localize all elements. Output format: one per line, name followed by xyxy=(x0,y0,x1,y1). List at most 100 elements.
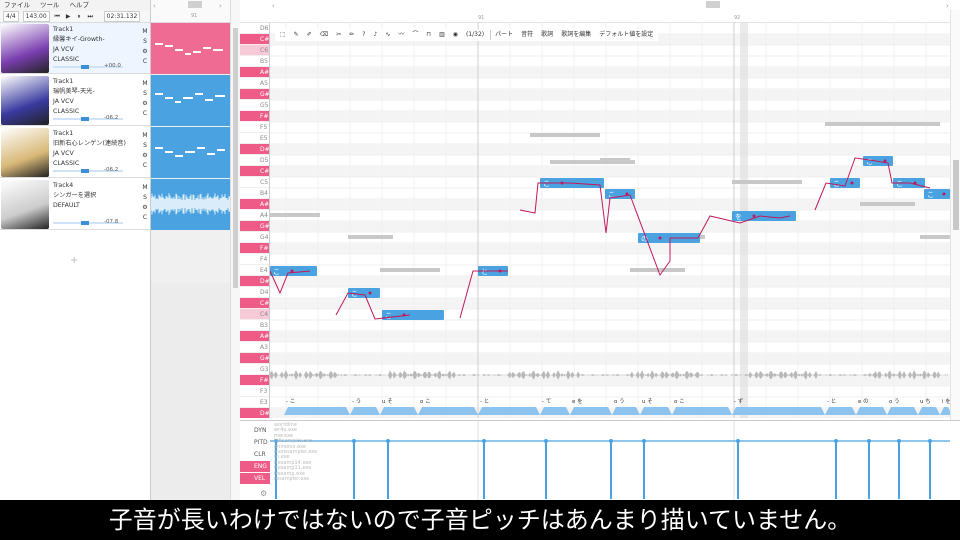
scroll-right-icon[interactable]: › xyxy=(946,2,949,10)
eraser-tool-icon[interactable]: ⌫ xyxy=(318,30,330,40)
piano-key[interactable]: G#3 xyxy=(240,353,269,364)
gear-icon[interactable]: ⚙ xyxy=(141,151,149,161)
piano-keyboard[interactable]: D6C#6C6B5A#5A5G#5G5F#5F5E5D#5D5C#5C5B4A#… xyxy=(240,23,270,418)
play-icon[interactable]: ▶ xyxy=(65,13,72,20)
singer-avatar[interactable] xyxy=(1,76,49,125)
piano-key[interactable]: A#4 xyxy=(240,199,269,210)
piano-key[interactable]: E3 xyxy=(240,397,269,408)
scroll-left-icon[interactable]: ‹ xyxy=(153,2,156,10)
menu-help[interactable]: ヘルプ xyxy=(70,0,90,11)
singer-name[interactable]: 瑞帆美琴-天光- xyxy=(53,87,133,97)
track-scroll-thumb[interactable] xyxy=(233,28,238,288)
select-tool-icon[interactable]: ⬚ xyxy=(278,30,288,40)
track-name[interactable]: Track4 xyxy=(53,181,133,191)
piano-key[interactable]: G3 xyxy=(240,364,269,375)
piano-key[interactable]: C6 xyxy=(240,45,269,56)
solo-button[interactable]: S xyxy=(141,89,149,99)
piano-roll[interactable]: ここことここのをここここ- こ- うu そo こ- と- てe をo うu そo… xyxy=(270,23,950,418)
piano-key[interactable]: B5 xyxy=(240,56,269,67)
finale-icon[interactable]: ⌒ xyxy=(410,30,420,40)
color-button[interactable]: C xyxy=(141,161,149,171)
mute-button[interactable]: M xyxy=(141,131,149,141)
piano-key[interactable]: D#3 xyxy=(240,408,269,418)
piano-key[interactable]: D#5 xyxy=(240,144,269,155)
snap-icon[interactable]: ⊓ xyxy=(424,30,433,40)
set-defaults-button[interactable]: デフォルト値を設定 xyxy=(597,30,655,40)
menu-file[interactable]: ファイル xyxy=(4,0,30,11)
renderer[interactable]: CLASSIC xyxy=(53,55,133,65)
note-icon[interactable]: ♪ xyxy=(371,30,379,40)
track-3-thumbnail[interactable] xyxy=(151,127,231,178)
overview-scroll-thumb[interactable] xyxy=(188,1,202,8)
gear-icon[interactable]: ⚙ xyxy=(141,99,149,109)
color-button[interactable]: C xyxy=(141,109,149,119)
param-tab-vel[interactable]: VEL xyxy=(240,473,270,484)
singer-name[interactable]: 縁馨キイ-Growth- xyxy=(53,35,133,45)
renderer[interactable]: DEFAULT xyxy=(53,201,133,211)
mute-button[interactable]: M xyxy=(141,27,149,37)
piano-key[interactable]: C4 xyxy=(240,309,269,320)
phonemizer[interactable]: JA VCV xyxy=(53,97,133,107)
volume-handle[interactable] xyxy=(81,117,89,121)
mute-button[interactable]: M xyxy=(141,183,149,193)
singer-name[interactable]: 旧新右心レンゲン(連続音) xyxy=(53,139,133,149)
track-4[interactable]: Track4 シンガーを選択 DEFAULT M S ⚙ C -07.8 xyxy=(0,179,150,230)
param-tab-clr[interactable]: CLR xyxy=(240,449,270,460)
phoneme-icon[interactable]: ◉ xyxy=(451,30,460,40)
singer-avatar[interactable] xyxy=(1,128,49,177)
phonemizer[interactable]: JA VCV xyxy=(53,149,133,159)
pitch-icon[interactable]: 〰 xyxy=(396,30,406,40)
piano-key[interactable]: C5 xyxy=(240,177,269,188)
piano-key[interactable]: C#5 xyxy=(240,166,269,177)
color-button[interactable]: C xyxy=(141,213,149,223)
pen-tool-icon[interactable]: ✎ xyxy=(292,30,301,40)
add-track-button[interactable]: + xyxy=(70,255,78,266)
track-1-thumbnail[interactable] xyxy=(151,23,231,74)
vibrato-icon[interactable]: ∿ xyxy=(383,30,392,40)
mute-button[interactable]: M xyxy=(141,79,149,89)
pencil-tool-icon[interactable]: ✏ xyxy=(347,30,356,40)
track-scrollbar[interactable] xyxy=(230,0,240,500)
knife-tool-icon[interactable]: ✂ xyxy=(334,30,343,40)
param-tab-eng[interactable]: ENG xyxy=(240,461,270,472)
timeline-ruler[interactable]: ‹ › 91 92 xyxy=(240,0,960,23)
gear-icon[interactable]: ⚙ xyxy=(141,203,149,213)
horizontal-scroll-thumb[interactable] xyxy=(706,1,720,8)
track-4-waveform[interactable] xyxy=(151,179,231,230)
solo-button[interactable]: S xyxy=(141,141,149,151)
track-name[interactable]: Track1 xyxy=(53,25,133,35)
color-button[interactable]: C xyxy=(141,57,149,67)
volume-handle[interactable] xyxy=(81,169,89,173)
volume-handle[interactable] xyxy=(81,221,89,225)
piano-key[interactable]: C#6 xyxy=(240,34,269,45)
track-2[interactable]: Track1 瑞帆美琴-天光- JA VCV CLASSIC M S ⚙ C -… xyxy=(0,75,150,126)
time-signature[interactable]: 4/4 xyxy=(3,11,19,22)
piano-roll-scroll-thumb[interactable] xyxy=(953,160,959,230)
scroll-right-icon[interactable]: › xyxy=(219,2,222,10)
piano-key[interactable]: A4 xyxy=(240,210,269,221)
phonemizer[interactable]: JA VCV xyxy=(53,45,133,55)
edit-lyrics-button[interactable]: 歌詞を編集 xyxy=(559,30,593,40)
tempo[interactable]: 143.00 xyxy=(22,11,50,22)
solo-button[interactable]: S xyxy=(141,37,149,47)
waveform-icon[interactable]: ▥ xyxy=(437,30,447,40)
piano-key[interactable]: D5 xyxy=(240,155,269,166)
piano-key[interactable]: F5 xyxy=(240,122,269,133)
piano-key[interactable]: A3 xyxy=(240,342,269,353)
singer-avatar[interactable] xyxy=(1,180,49,229)
piano-key[interactable]: G#4 xyxy=(240,221,269,232)
singer-avatar[interactable] xyxy=(1,24,49,73)
piano-key[interactable]: F#3 xyxy=(240,375,269,386)
piano-roll-scrollbar[interactable] xyxy=(950,10,960,420)
track-name[interactable]: Track1 xyxy=(53,77,133,87)
pause-icon[interactable]: ⏸ xyxy=(76,13,83,21)
piano-key[interactable]: G5 xyxy=(240,100,269,111)
track-3[interactable]: Track1 旧新右心レンゲン(連続音) JA VCV CLASSIC M S … xyxy=(0,127,150,178)
skip-start-icon[interactable]: ⏮ xyxy=(54,13,61,21)
piano-key[interactable]: F#5 xyxy=(240,111,269,122)
lyrics-button[interactable]: 歌詞 xyxy=(539,30,555,40)
pen-plus-tool-icon[interactable]: ✐ xyxy=(305,30,314,40)
help-icon[interactable]: ? xyxy=(360,30,367,40)
piano-key[interactable]: F#4 xyxy=(240,243,269,254)
singer-name[interactable]: シンガーを選択 xyxy=(53,191,133,201)
